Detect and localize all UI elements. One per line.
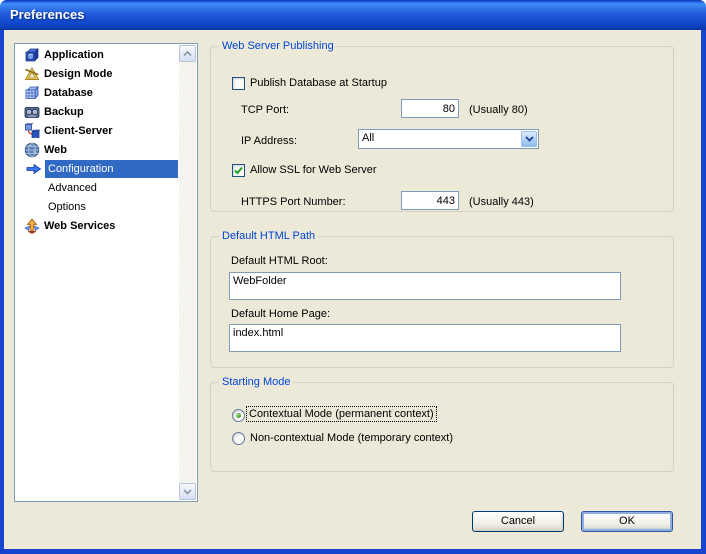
combo-drop-button[interactable]: [521, 131, 537, 147]
sidebar-item-web-services[interactable]: Web Services: [15, 217, 197, 236]
group-title: Default HTML Path: [219, 230, 318, 242]
sidebar-item-database[interactable]: Database: [15, 84, 197, 103]
home-page-input[interactable]: [229, 324, 621, 352]
chevron-down-icon: [183, 486, 192, 498]
sidebar-item-design-mode[interactable]: Design Mode: [15, 65, 197, 84]
ip-address-label: IP Address:: [241, 135, 297, 147]
window-title: Preferences: [10, 0, 84, 30]
ip-address-select[interactable]: All: [358, 129, 539, 149]
preferences-dialog: Preferences Application Design Mode Data…: [0, 0, 706, 554]
application-icon: [24, 47, 40, 63]
group-title: Starting Mode: [219, 376, 293, 388]
tcp-port-label: TCP Port:: [241, 104, 289, 116]
check-icon: [233, 165, 244, 176]
sidebar-item-label: Design Mode: [44, 68, 112, 80]
category-tree: Application Design Mode Database Backup: [14, 43, 198, 502]
sidebar-item-web[interactable]: Web: [15, 141, 197, 160]
https-port-label: HTTPS Port Number:: [241, 196, 346, 208]
scroll-up-button[interactable]: [179, 45, 196, 62]
sidebar-item-configuration[interactable]: Configuration: [15, 160, 197, 179]
title-bar[interactable]: Preferences: [0, 0, 706, 30]
sidebar-item-client-server[interactable]: Client-Server: [15, 122, 197, 141]
sidebar-item-label: Configuration: [48, 163, 113, 175]
allow-ssl-checkbox[interactable]: [232, 164, 245, 177]
allow-ssl-label: Allow SSL for Web Server: [250, 164, 377, 176]
web-icon: [24, 142, 40, 158]
sidebar-item-backup[interactable]: Backup: [15, 103, 197, 122]
chevron-down-icon: [525, 133, 534, 145]
sidebar-item-options[interactable]: Options: [15, 198, 197, 217]
contextual-mode-label: Contextual Mode (permanent context): [247, 407, 436, 421]
publish-at-startup-label: Publish Database at Startup: [250, 77, 387, 89]
client-server-icon: [24, 123, 40, 139]
tree-scrollbar[interactable]: [179, 45, 196, 500]
database-icon: [24, 85, 40, 101]
cancel-button[interactable]: Cancel: [472, 511, 564, 532]
chevron-up-icon: [183, 48, 192, 60]
sidebar-item-advanced[interactable]: Advanced: [15, 179, 197, 198]
sidebar-item-label: Advanced: [48, 182, 97, 194]
group-title: Web Server Publishing: [219, 40, 337, 52]
backup-icon: [24, 104, 40, 120]
starting-mode-group: Starting Mode Contextual Mode (permanent…: [210, 382, 674, 472]
sidebar-item-label: Client-Server: [44, 125, 112, 137]
sidebar-item-label: Options: [48, 201, 86, 213]
web-services-icon: [24, 218, 40, 234]
tcp-port-hint: (Usually 80): [469, 104, 528, 116]
sidebar-item-application[interactable]: Application: [15, 46, 197, 65]
html-root-input[interactable]: [229, 272, 621, 300]
sidebar-item-label: Backup: [44, 106, 84, 118]
radio-dot: [236, 413, 241, 418]
scroll-down-button[interactable]: [179, 483, 196, 500]
non-contextual-mode-radio[interactable]: [232, 432, 245, 445]
ok-button[interactable]: OK: [581, 511, 673, 532]
web-server-publishing-group: Web Server Publishing Publish Database a…: [210, 46, 674, 212]
non-contextual-mode-label: Non-contextual Mode (temporary context): [250, 432, 453, 444]
home-page-label: Default Home Page:: [231, 308, 330, 320]
ip-address-value: All: [362, 132, 374, 144]
https-port-hint: (Usually 443): [469, 196, 534, 208]
contextual-mode-radio[interactable]: [232, 409, 245, 422]
default-html-path-group: Default HTML Path Default HTML Root: Def…: [210, 236, 674, 368]
selection-arrow-icon: [26, 161, 42, 177]
design-mode-icon: [24, 66, 40, 82]
sidebar-item-label: Database: [44, 87, 93, 99]
https-port-input[interactable]: [401, 191, 459, 210]
sidebar-item-label: Application: [44, 49, 104, 61]
html-root-label: Default HTML Root:: [231, 255, 328, 267]
publish-at-startup-checkbox[interactable]: [232, 77, 245, 90]
sidebar-item-label: Web: [44, 144, 67, 156]
tcp-port-input[interactable]: [401, 99, 459, 118]
sidebar-item-label: Web Services: [44, 220, 115, 232]
